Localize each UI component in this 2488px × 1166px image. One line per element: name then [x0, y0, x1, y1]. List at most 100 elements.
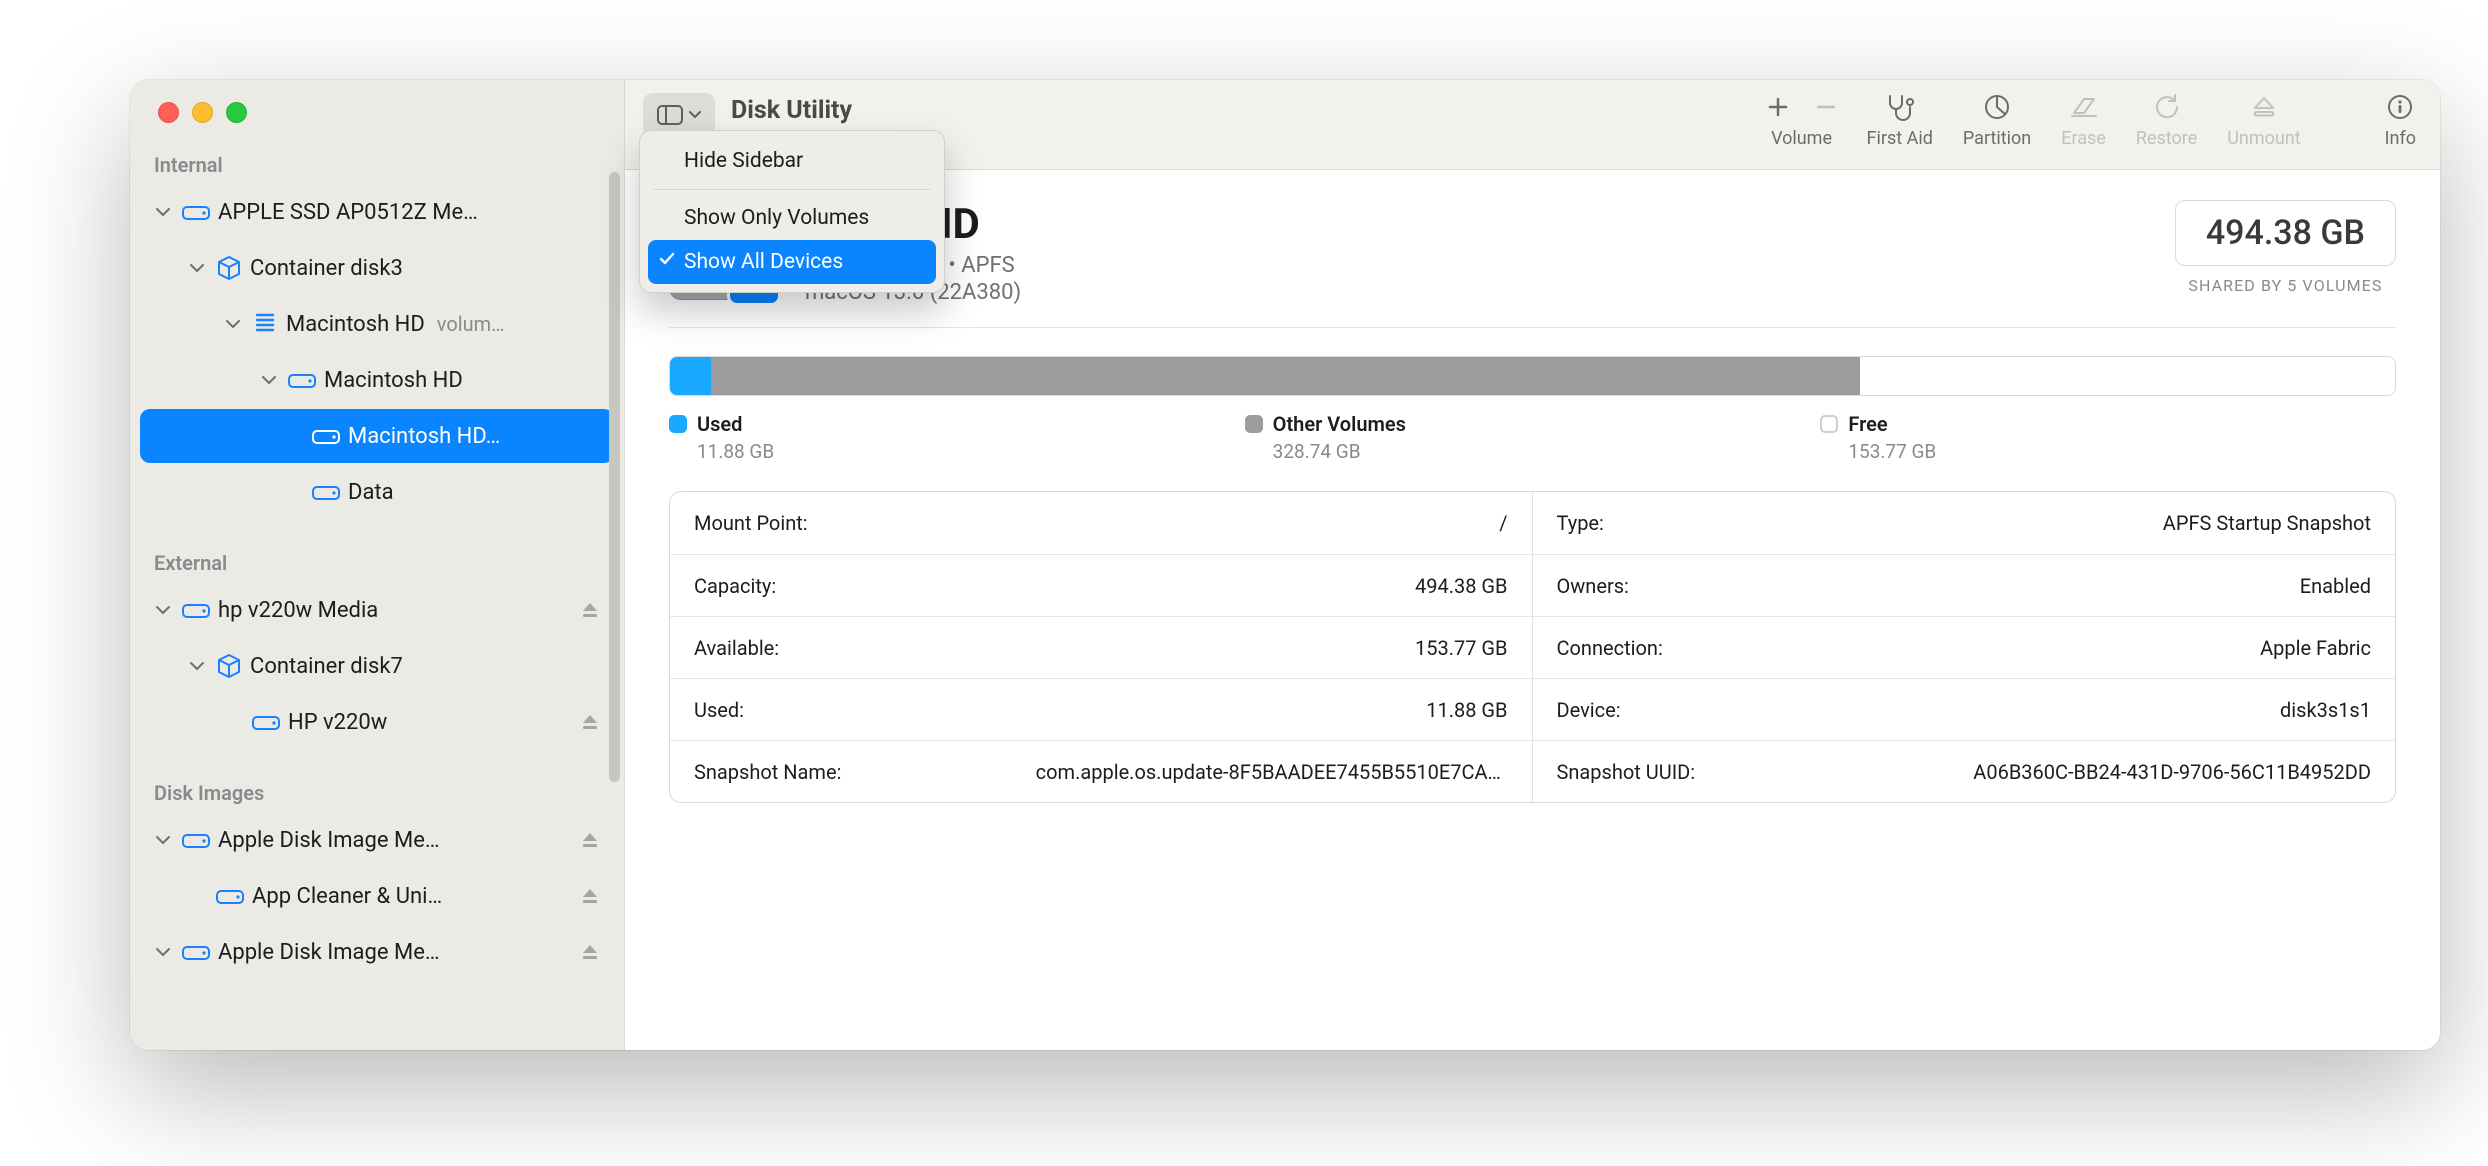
eject-icon[interactable]	[580, 712, 600, 732]
toolbar-first-aid-button[interactable]: First Aid	[1867, 92, 1933, 149]
toolbar-partition-button[interactable]: Partition	[1963, 92, 2031, 149]
detail-row: Used:11.88 GB	[670, 678, 1532, 740]
detail-value: 494.38 GB	[1415, 574, 1508, 598]
detail-key: Type:	[1557, 511, 1604, 535]
detail-value: APFS Startup Snapshot	[2163, 511, 2371, 535]
menu-item-label: Show Only Volumes	[684, 206, 869, 230]
legend-free-value: 153.77 GB	[1848, 440, 2396, 463]
toolbar-label: Unmount	[2227, 128, 2300, 149]
sidebar-item-disk-image-1-vol[interactable]: App Cleaner & Uni…	[140, 869, 614, 923]
minimize-window-button[interactable]	[192, 102, 213, 123]
toolbar: Disk Utility Volume First Aid	[625, 80, 2440, 170]
eject-icon[interactable]	[580, 600, 600, 620]
sidebar-item-label: HP v220w	[288, 710, 387, 735]
capacity-badge: 494.38 GB	[2175, 200, 2396, 266]
sidebar-section-external: External	[130, 521, 624, 583]
menu-separator	[654, 189, 930, 190]
legend-used-label: Used	[697, 412, 742, 436]
stethoscope-icon	[1885, 92, 1915, 122]
volume-remove-button	[1815, 96, 1837, 118]
sidebar-section-internal: Internal	[130, 123, 624, 185]
sidebar-item-macintosh-hd[interactable]: Macintosh HD	[140, 353, 614, 407]
detail-value: 153.77 GB	[1415, 636, 1508, 660]
detail-value: Enabled	[2300, 574, 2371, 598]
detail-key: Owners:	[1557, 574, 1629, 598]
chevron-down-icon	[152, 204, 174, 220]
detail-value: /	[1499, 511, 1507, 535]
volume-icon	[312, 481, 340, 503]
menu-item-show-all-devices[interactable]: Show All Devices	[648, 240, 936, 284]
toolbar-label: Erase	[2061, 128, 2106, 149]
detail-key: Available:	[694, 636, 779, 660]
volume-icon	[252, 711, 280, 733]
close-window-button[interactable]	[158, 102, 179, 123]
sidebar: Internal APPLE SSD AP0512Z Me… Container…	[130, 80, 625, 1050]
sidebar-scrollbar[interactable]	[609, 172, 620, 1050]
scrollbar-thumb[interactable]	[609, 172, 620, 782]
chevron-down-icon	[689, 109, 701, 121]
menu-item-show-only-volumes[interactable]: Show Only Volumes	[648, 196, 936, 240]
detail-key: Snapshot UUID:	[1557, 760, 1696, 784]
volume-group-icon	[252, 311, 278, 337]
menu-item-hide-sidebar[interactable]: Hide Sidebar	[648, 139, 936, 183]
usage-bar	[669, 356, 2396, 396]
sidebar-item-container-disk7[interactable]: Container disk7	[140, 639, 614, 693]
detail-value: 11.88 GB	[1426, 698, 1507, 722]
eject-icon[interactable]	[580, 942, 600, 962]
detail-value: Apple Fabric	[2260, 636, 2371, 660]
sidebar-icon	[657, 105, 683, 125]
main-panel: ntosh HD rtup Snapshot • APFS macOS 13.0…	[625, 170, 2440, 1050]
toolbar-label: First Aid	[1867, 128, 1933, 149]
legend-free-label: Free	[1848, 412, 1887, 436]
toolbar-label: Info	[2385, 128, 2416, 149]
details-table: Mount Point:/ Capacity:494.38 GB Availab…	[669, 491, 2396, 803]
detail-key: Snapshot Name:	[694, 760, 841, 784]
minus-icon	[1815, 96, 1837, 118]
app-title: Disk Utility	[731, 96, 852, 125]
eject-icon[interactable]	[580, 886, 600, 906]
sidebar-item-data[interactable]: Data	[140, 465, 614, 519]
sidebar-item-external-disk[interactable]: hp v220w Media	[140, 583, 614, 637]
volume-add-button[interactable]	[1767, 96, 1789, 118]
hard-drive-icon	[182, 201, 210, 223]
sidebar-item-suffix: volum…	[437, 312, 505, 336]
detail-row: Connection: Apple Fabric	[1533, 616, 2396, 678]
sidebar-item-label: Container disk7	[250, 654, 403, 679]
sidebar-item-disk-image-2[interactable]: Apple Disk Image Me…	[140, 925, 614, 979]
toolbar-volume: Volume	[1767, 92, 1837, 149]
toolbar-erase-button: Erase	[2061, 92, 2106, 149]
toolbar-info-button[interactable]: Info	[2385, 92, 2416, 149]
window-controls	[130, 80, 624, 123]
sidebar-item-container-disk3[interactable]: Container disk3	[140, 241, 614, 295]
sidebar-item-label: Macintosh HD	[286, 312, 425, 337]
swatch-free	[1820, 415, 1838, 433]
details-left-column: Mount Point:/ Capacity:494.38 GB Availab…	[670, 492, 1533, 802]
toolbar-label: Partition	[1963, 128, 2031, 149]
sidebar-item-label: Apple Disk Image Me…	[218, 940, 440, 965]
sidebar-item-disk-image-1[interactable]: Apple Disk Image Me…	[140, 813, 614, 867]
detail-row: Available: 153.77 GB	[670, 616, 1532, 678]
zoom-window-button[interactable]	[226, 102, 247, 123]
sidebar-item-macintosh-hd-snapshot[interactable]: Macintosh HD…	[140, 409, 614, 463]
hard-drive-icon	[182, 829, 210, 851]
sidebar-item-internal-disk[interactable]: APPLE SSD AP0512Z Me…	[140, 185, 614, 239]
detail-key: Mount Point:	[694, 511, 808, 535]
disk-utility-window: Internal APPLE SSD AP0512Z Me… Container…	[130, 80, 2440, 1050]
sidebar-item-label: Container disk3	[250, 256, 403, 281]
menu-item-label: Show All Devices	[684, 250, 843, 274]
detail-key: Connection:	[1557, 636, 1663, 660]
eject-icon[interactable]	[580, 830, 600, 850]
hard-drive-icon	[182, 599, 210, 621]
container-icon	[216, 255, 242, 281]
sidebar-item-hp-v220w[interactable]: HP v220w	[140, 695, 614, 749]
chevron-down-icon	[152, 944, 174, 960]
details-right-column: Type: APFS Startup Snapshot Owners: Enable…	[1533, 492, 2396, 802]
info-icon	[2387, 92, 2413, 122]
sidebar-item-label: Macintosh HD	[324, 368, 463, 393]
eject-icon	[2251, 92, 2277, 122]
detail-row: Mount Point: /	[670, 492, 1532, 554]
toolbar-restore-button: Restore	[2136, 92, 2197, 149]
volume-icon	[312, 425, 340, 447]
sidebar-item-macintosh-hd-group[interactable]: Macintosh HD volum…	[140, 297, 614, 351]
chevron-down-icon	[152, 832, 174, 848]
